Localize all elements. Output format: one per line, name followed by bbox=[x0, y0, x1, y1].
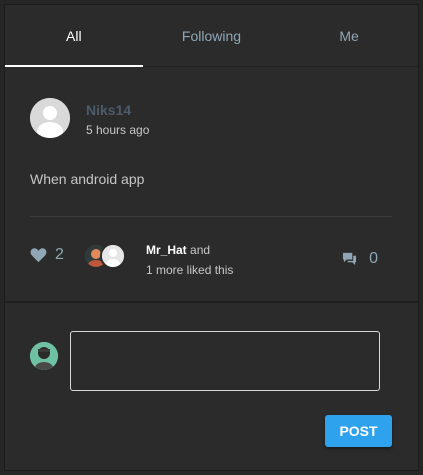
user-photo-icon bbox=[30, 342, 58, 370]
comment-input[interactable] bbox=[70, 331, 380, 391]
liker-avatars[interactable] bbox=[83, 243, 128, 271]
tab-all[interactable]: All bbox=[5, 5, 143, 67]
liker-avatar bbox=[100, 243, 126, 269]
current-user-avatar bbox=[30, 342, 58, 370]
post-content: When android app bbox=[30, 171, 145, 187]
liked-by-text: Mr_Hat and 1 more liked this bbox=[146, 240, 233, 280]
liker-name[interactable]: Mr_Hat bbox=[146, 243, 187, 257]
post-divider bbox=[30, 216, 392, 217]
liked-and: and bbox=[190, 243, 211, 257]
feed-tabs: All Following Me bbox=[5, 5, 418, 67]
comment-button[interactable]: 0 bbox=[342, 250, 378, 268]
like-button[interactable]: 2 bbox=[30, 246, 64, 264]
default-avatar-icon bbox=[102, 245, 124, 267]
post-button[interactable]: POST bbox=[325, 415, 392, 447]
liked-rest: 1 more liked this bbox=[146, 263, 234, 277]
author-avatar[interactable] bbox=[30, 98, 70, 138]
feed-panel: All Following Me Niks14 5 hours ago When… bbox=[4, 4, 419, 471]
post-card: Niks14 5 hours ago When android app 2 Mr… bbox=[5, 68, 418, 303]
tab-following[interactable]: Following bbox=[143, 5, 281, 67]
post-time: 5 hours ago bbox=[86, 123, 150, 137]
post-author[interactable]: Niks14 bbox=[86, 102, 131, 118]
default-avatar-icon bbox=[30, 98, 70, 138]
like-count: 2 bbox=[55, 246, 64, 263]
tab-me[interactable]: Me bbox=[280, 5, 418, 67]
comment-icon bbox=[343, 252, 357, 266]
comment-compose: POST bbox=[5, 305, 418, 472]
comment-count: 0 bbox=[369, 250, 378, 267]
heart-icon bbox=[30, 248, 47, 263]
